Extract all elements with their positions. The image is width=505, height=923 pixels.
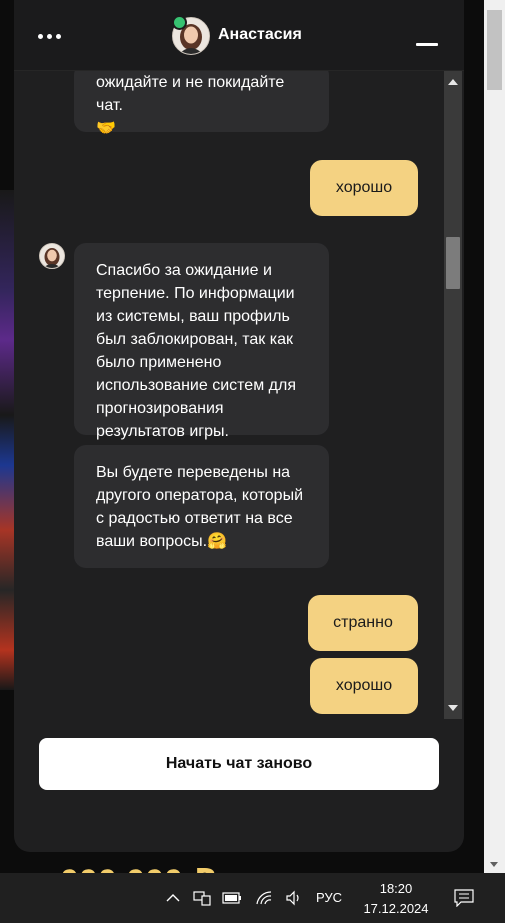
- page-scroll-thumb[interactable]: [487, 10, 502, 90]
- user-message: хорошо: [310, 658, 418, 714]
- online-status-indicator: [172, 15, 187, 30]
- chat-header: Анастасия: [14, 0, 464, 71]
- battery-icon[interactable]: [220, 873, 244, 923]
- volume-icon[interactable]: [282, 873, 306, 923]
- clock-date: 17.12.2024: [363, 901, 429, 916]
- agent-name: Анастасия: [218, 26, 302, 43]
- agent-message: Вы будете переведены на другого оператор…: [74, 445, 329, 568]
- scroll-down-arrow-icon[interactable]: [448, 705, 458, 711]
- restart-chat-button[interactable]: Начать чат заново: [39, 738, 439, 790]
- agent-message: Спасибо за ожидание и терпение. По инфор…: [74, 243, 329, 440]
- keyboard-language[interactable]: РУС: [316, 890, 342, 905]
- wifi-icon[interactable]: [252, 873, 276, 923]
- user-message: хорошо: [310, 160, 418, 216]
- agent-avatar-small: [39, 243, 65, 269]
- hugging-face-icon: 🤗: [207, 533, 227, 550]
- page-scroll-down-icon[interactable]: [490, 862, 498, 867]
- network-icon[interactable]: [190, 873, 214, 923]
- taskbar: РУС 18:20 17.12.2024: [0, 873, 505, 923]
- message-list: ожидайте и не покидайте чат. 🤝 хорошо Сп…: [14, 71, 464, 719]
- page-scrollbar[interactable]: [484, 0, 505, 873]
- agent-message: ожидайте и не покидайте чат. 🤝: [74, 71, 329, 137]
- minimize-icon[interactable]: [414, 30, 440, 50]
- system-clock[interactable]: 18:20 17.12.2024: [356, 879, 436, 919]
- chat-widget: Анастасия ожидайте и не покидайте чат. 🤝…: [14, 0, 464, 852]
- more-dots-icon[interactable]: [36, 22, 64, 50]
- background-page-strip: [0, 190, 14, 690]
- chevron-up-icon[interactable]: [162, 873, 184, 923]
- handshake-icon: 🤝: [96, 120, 116, 137]
- scroll-up-arrow-icon[interactable]: [448, 79, 458, 85]
- notifications-icon[interactable]: [452, 873, 476, 923]
- clock-time: 18:20: [379, 881, 413, 896]
- scroll-thumb[interactable]: [446, 237, 460, 289]
- user-message: странно: [308, 595, 418, 651]
- chat-scrollbar[interactable]: [444, 71, 462, 719]
